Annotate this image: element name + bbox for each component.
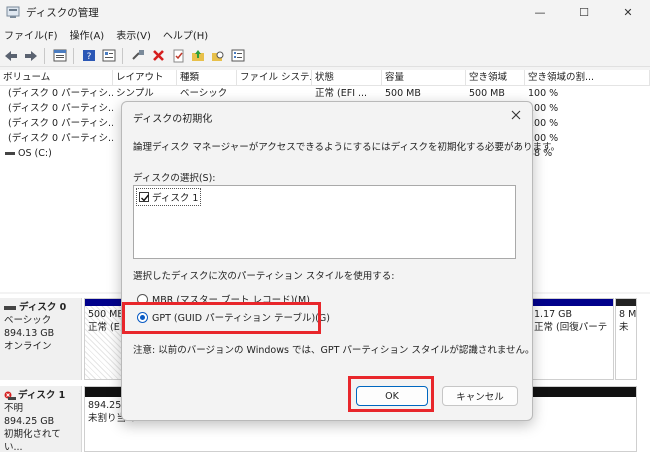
connect-icon[interactable] xyxy=(129,47,147,65)
disk-0-name: ディスク 0 xyxy=(19,302,67,313)
close-icon xyxy=(511,110,521,120)
table-row[interactable]: (ディスク 0 パーティシ... シンプル ベーシック 正常 (EFI ... … xyxy=(0,86,650,101)
cell-free-space: 500 MB xyxy=(469,88,505,99)
toolbar-divider xyxy=(44,47,45,64)
ok-highlight-box xyxy=(348,376,434,412)
cancel-button[interactable]: キャンセル xyxy=(442,386,518,406)
partition-small-size: 8 M xyxy=(619,309,636,320)
toolbar-divider xyxy=(73,47,74,64)
cell-volume: (ディスク 0 パーティシ... xyxy=(8,133,113,144)
maximize-button[interactable]: ☐ xyxy=(562,0,606,24)
disk-1-checkbox[interactable] xyxy=(139,192,150,202)
cell-volume: (ディスク 0 パーティシ... xyxy=(8,88,113,99)
partition-small-status: 未 xyxy=(619,322,629,333)
cell-free-percent: 100 % xyxy=(528,103,559,114)
partition-efi-size: 500 MB xyxy=(88,309,123,320)
column-header-status[interactable]: 状態 xyxy=(312,70,382,85)
volume-icon xyxy=(5,152,15,155)
column-header-capacity[interactable]: 容量 xyxy=(382,70,466,85)
disk-0-label[interactable]: ディスク 0 ベーシック 894.13 GB オンライン xyxy=(0,298,82,380)
disk-list-item-label: ディスク 1 xyxy=(152,193,199,204)
disk-1-size: 894.25 GB xyxy=(4,416,55,427)
help-icon[interactable]: ? xyxy=(80,47,98,65)
disk-0-size: 894.13 GB xyxy=(4,328,55,339)
properties-icon[interactable] xyxy=(100,47,118,65)
dialog-close-button[interactable] xyxy=(508,107,524,123)
disk-select-label: ディスクの選択(S): xyxy=(133,173,216,184)
column-header-free-percent[interactable]: 空き領域の割... xyxy=(525,70,650,85)
folder-search-icon[interactable] xyxy=(209,47,227,65)
window-title: ディスクの管理 xyxy=(26,6,99,19)
gpt-highlight-box xyxy=(122,302,321,334)
check-document-icon[interactable] xyxy=(169,47,187,65)
cell-capacity: 500 MB xyxy=(385,88,421,99)
minimize-button[interactable]: — xyxy=(518,0,562,24)
cell-free-percent: 100 % xyxy=(528,88,559,99)
cell-type: ベーシック xyxy=(180,88,228,99)
svg-text:?: ? xyxy=(87,52,92,62)
disk-management-icon xyxy=(6,6,20,18)
partition-efi-status: 正常 (E xyxy=(88,322,120,333)
toolbar-divider xyxy=(122,47,123,64)
column-header-type[interactable]: 種類 xyxy=(177,70,237,85)
dialog-title: ディスクの初期化 xyxy=(133,114,213,125)
disk-icon xyxy=(4,305,16,310)
console-tree-icon[interactable] xyxy=(51,47,69,65)
title-bar: ディスクの管理 — ☐ ✕ xyxy=(0,0,650,24)
disk-0-type: ベーシック xyxy=(4,315,52,326)
cell-status: 正常 (EFI ... xyxy=(315,88,368,99)
partition-recovery-status: 正常 (回復パーテ xyxy=(534,322,608,333)
disk-1-type: 不明 xyxy=(4,403,24,414)
disk-0-status: オンライン xyxy=(4,341,52,352)
cell-volume: (ディスク 0 パーティシ... xyxy=(8,118,113,129)
list-item[interactable]: ディスク 1 xyxy=(136,188,202,206)
menu-help[interactable]: ヘルプ(H) xyxy=(157,27,214,42)
delete-icon[interactable] xyxy=(149,47,167,65)
disk-1-label[interactable]: ディスク 1 不明 894.25 GB 初期化されてい... xyxy=(0,386,82,452)
toolbar: ? xyxy=(0,45,650,67)
list-view-icon[interactable] xyxy=(229,47,247,65)
menu-file[interactable]: ファイル(F) xyxy=(0,27,64,42)
partition-style-label: 選択したディスクに次のパーティション スタイルを使用する: xyxy=(133,271,395,282)
menu-bar: ファイル(F) 操作(A) 表示(V) ヘルプ(H) xyxy=(0,25,650,43)
partition-recovery[interactable]: 1.17 GB 正常 (回復パーテ xyxy=(530,298,614,380)
cell-free-percent: 100 % xyxy=(528,118,559,129)
disk-1-name: ディスク 1 xyxy=(18,390,66,401)
column-header-free-space[interactable]: 空き領域 xyxy=(466,70,525,85)
disk-listbox[interactable]: ディスク 1 xyxy=(133,185,516,259)
cell-volume: (ディスク 0 パーティシ... xyxy=(8,103,113,114)
back-arrow-icon[interactable] xyxy=(2,47,20,65)
partition-recovery-size: 1.17 GB xyxy=(534,309,573,320)
cell-layout: シンプル xyxy=(116,88,154,99)
column-header-volume[interactable]: ボリューム xyxy=(0,70,113,85)
column-header-filesystem[interactable]: ファイル システム xyxy=(237,70,312,85)
forward-arrow-icon[interactable] xyxy=(22,47,40,65)
partition-small[interactable]: 8 M 未 xyxy=(615,298,637,380)
menu-action[interactable]: 操作(A) xyxy=(64,27,111,42)
column-header-layout[interactable]: レイアウト xyxy=(113,70,177,85)
folder-up-icon[interactable] xyxy=(189,47,207,65)
partition-efi[interactable]: 500 MB 正常 (E xyxy=(84,298,124,380)
checkmark-icon xyxy=(141,194,150,202)
disk-1-status: 初期化されてい... xyxy=(4,429,61,452)
disk-error-icon xyxy=(4,391,16,400)
dialog-description: 論理ディスク マネージャーがアクセスできるようにするにはディスクを初期化する必要… xyxy=(133,142,561,153)
initialize-disk-dialog: ディスクの初期化 論理ディスク マネージャーがアクセスできるようにするにはディス… xyxy=(121,101,560,421)
close-window-button[interactable]: ✕ xyxy=(606,0,650,24)
dialog-note: 注意: 以前のバージョンの Windows では、GPT パーティション スタイ… xyxy=(133,345,535,356)
menu-view[interactable]: 表示(V) xyxy=(110,27,157,42)
cell-volume: OS (C:) xyxy=(18,148,52,159)
table-header: ボリューム レイアウト 種類 ファイル システム 状態 容量 空き領域 空き領域… xyxy=(0,70,650,86)
